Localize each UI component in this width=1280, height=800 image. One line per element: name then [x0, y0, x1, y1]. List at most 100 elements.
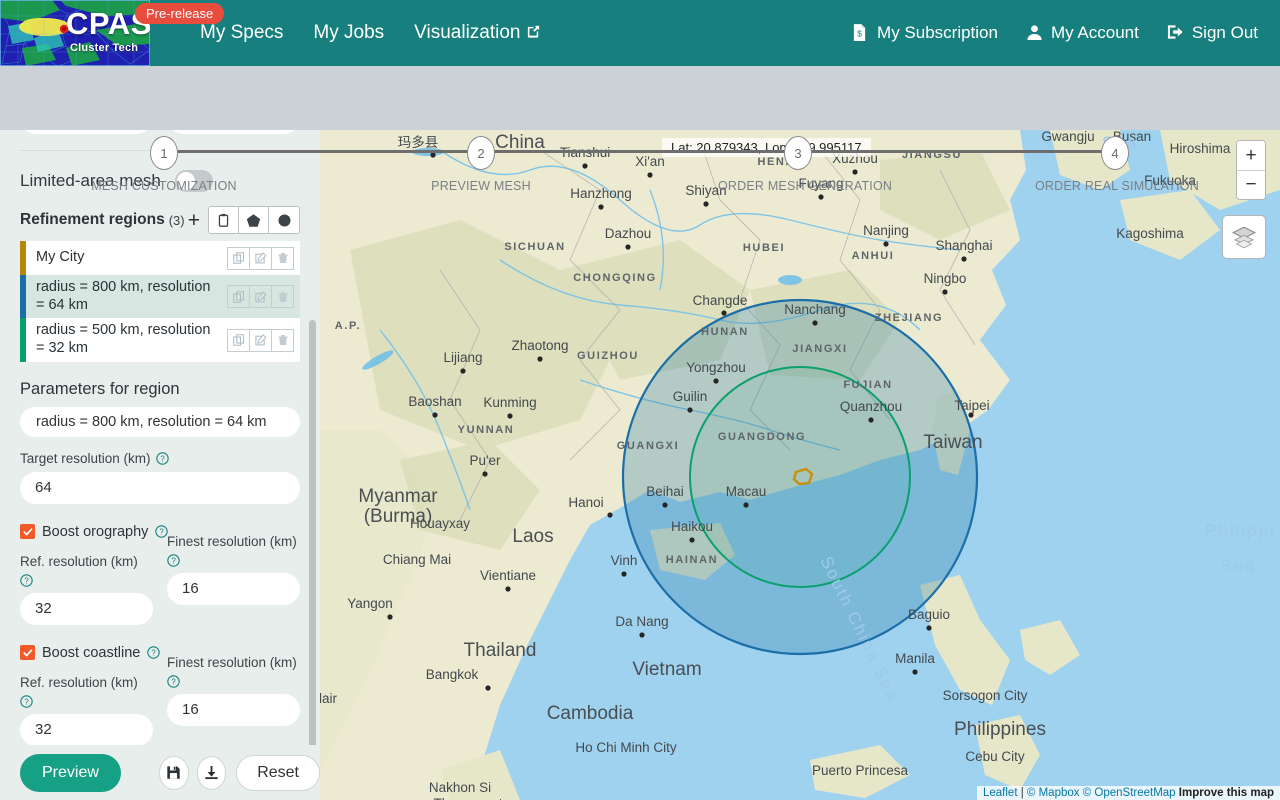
coastline-ref-resolution-input[interactable] — [20, 713, 153, 746]
boost-coastline-label: Boost coastline — [42, 644, 141, 661]
map-city-taipei: Taipei — [954, 398, 989, 413]
attribution-mapbox[interactable]: © Mapbox — [1027, 787, 1080, 799]
map-city-thammarat: Thammarat — [433, 796, 502, 800]
nav-sign-out-label: Sign Out — [1191, 23, 1258, 42]
account-nav: $ My Subscription My Account Sign Out — [852, 23, 1280, 43]
check-icon — [22, 649, 32, 657]
zoom-out-button[interactable]: − — [1237, 170, 1265, 199]
copy-region-button[interactable] — [227, 285, 250, 309]
map-zoom-control: + − — [1236, 140, 1266, 200]
polygon-shape-button[interactable] — [239, 207, 269, 233]
edit-icon — [254, 290, 267, 303]
help-icon[interactable]: ? — [167, 675, 180, 688]
coastline-finest-resolution-label: Finest resolution (km) — [167, 654, 297, 670]
step-1-label: MESH CUSTOMIZATION — [91, 179, 237, 193]
leaflet-map[interactable]: China Myanmar (Burma) Laos Thailand Viet… — [320, 130, 1280, 800]
top-fields-row — [20, 130, 300, 134]
delete-region-button[interactable] — [271, 328, 294, 352]
map-city-macau: Macau — [726, 484, 767, 499]
orography-ref-resolution-input[interactable] — [20, 592, 153, 625]
circle-icon — [278, 214, 290, 226]
nav-my-jobs[interactable]: My Jobs — [313, 22, 384, 44]
copy-region-button[interactable] — [227, 246, 250, 270]
map-city-haikou: Haikou — [671, 519, 713, 534]
refinement-regions-count: (3) — [168, 212, 185, 228]
zoom-in-button[interactable]: + — [1237, 141, 1265, 170]
edit-region-button[interactable] — [249, 285, 272, 309]
map-prov-fujian: FUJIAN — [843, 379, 892, 391]
map-city-yangon: Yangon — [347, 596, 393, 611]
boost-orography-checkbox[interactable] — [20, 524, 35, 540]
map-prov-hubei: HUBEI — [743, 242, 785, 254]
sign-out-icon — [1167, 24, 1184, 42]
shape-button-group — [208, 206, 300, 234]
download-button[interactable] — [196, 755, 227, 790]
add-region-button[interactable]: + — [188, 210, 200, 231]
help-icon[interactable]: ? — [20, 574, 33, 587]
external-link-icon — [526, 24, 543, 42]
map-city-hanoi: Hanoi — [568, 495, 603, 510]
edit-region-button[interactable] — [249, 246, 272, 270]
attribution-leaflet[interactable]: Leaflet — [983, 787, 1018, 799]
reset-button[interactable]: Reset — [236, 754, 320, 791]
top-field-2[interactable] — [167, 130, 300, 134]
top-field-1[interactable] — [20, 130, 153, 134]
help-icon[interactable]: ? — [155, 452, 169, 465]
delete-region-button[interactable] — [271, 246, 294, 270]
preview-button[interactable]: Preview — [20, 753, 121, 792]
region-row-actions — [227, 246, 294, 270]
map-layers-button[interactable] — [1222, 215, 1266, 259]
region-name: radius = 800 km, resolution = 64 km — [36, 279, 211, 313]
map-city-blair: lair — [320, 691, 337, 706]
step-3-number: 3 — [784, 136, 812, 170]
orography-ref-label-row: Ref. resolution (km) ? — [20, 554, 153, 587]
map-city-bangkok: Bangkok — [426, 667, 479, 682]
download-icon — [205, 765, 218, 780]
primary-nav: My Specs My Jobs Visualization — [200, 22, 543, 44]
region-row-500km[interactable]: radius = 500 km, resolution = 32 km — [20, 318, 300, 362]
sidebar-scrollbar[interactable] — [309, 320, 316, 790]
attribution-osm[interactable]: © OpenStreetMap — [1083, 787, 1176, 799]
coastline-finest-resolution-input[interactable] — [167, 693, 300, 726]
pre-release-badge: Pre-release — [135, 3, 225, 24]
map-label-philippines: Philippines — [954, 719, 1046, 740]
map-city-manila: Manila — [895, 651, 935, 666]
help-icon[interactable]: ? — [147, 646, 161, 659]
step-order-mesh-generation[interactable]: 3 ORDER MESH GENERATION — [718, 136, 892, 193]
help-icon[interactable]: ? — [167, 554, 180, 567]
region-row-800km[interactable]: radius = 800 km, resolution = 64 km — [20, 275, 300, 319]
brand-logo[interactable]: CPAS Cluster Tech — [0, 0, 150, 66]
nav-my-account[interactable]: My Account — [1026, 23, 1139, 43]
boost-coastline-checkbox[interactable] — [20, 645, 35, 661]
nav-my-specs[interactable]: My Specs — [200, 22, 283, 44]
orography-finest-resolution-label: Finest resolution (km) — [167, 533, 297, 549]
help-icon[interactable]: ? — [20, 695, 33, 708]
parameters-region-select[interactable]: radius = 800 km, resolution = 64 km — [20, 406, 300, 437]
map-label-vietnam: Vietnam — [632, 659, 701, 680]
copy-icon — [232, 252, 244, 264]
nav-visualization[interactable]: Visualization — [414, 22, 542, 44]
circle-shape-button[interactable] — [269, 207, 299, 233]
region-row-actions — [227, 285, 294, 309]
rectangle-shape-button[interactable] — [209, 207, 239, 233]
step-preview-mesh[interactable]: 2 PREVIEW MESH — [401, 136, 561, 193]
save-button[interactable] — [158, 755, 189, 790]
delete-region-button[interactable] — [271, 285, 294, 309]
orography-finest-resolution-input[interactable] — [167, 572, 300, 605]
attribution-improve-link[interactable]: Improve this map — [1179, 787, 1274, 799]
step-order-real-simulation[interactable]: 4 ORDER REAL SIMULATION — [1035, 136, 1199, 193]
orography-finest-label-row: Finest resolution (km) ? — [167, 534, 300, 567]
copy-region-button[interactable] — [227, 328, 250, 352]
svg-text:?: ? — [171, 677, 176, 686]
map-prov-jiangxi: JIANGXI — [792, 343, 847, 355]
nav-my-subscription[interactable]: $ My Subscription — [852, 23, 998, 43]
map-city-puertoprincesa: Puerto Princesa — [812, 763, 909, 778]
edit-region-button[interactable] — [249, 328, 272, 352]
nav-sign-out[interactable]: Sign Out — [1167, 23, 1258, 43]
map-city-ningbo: Ningbo — [924, 271, 967, 286]
step-mesh-customization[interactable]: 1 MESH CUSTOMIZATION — [84, 136, 244, 193]
save-icon — [167, 766, 180, 779]
target-resolution-input[interactable] — [20, 471, 300, 504]
svg-text:?: ? — [24, 576, 29, 585]
region-row-my-city[interactable]: My City — [20, 241, 300, 275]
